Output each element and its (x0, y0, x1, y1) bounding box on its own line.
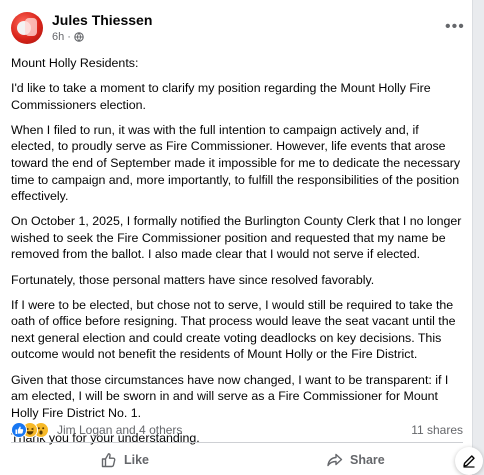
action-bar: Like Share (0, 446, 472, 474)
post-card: Jules Thiessen 6h · ••• Mount Holly Resi… (0, 0, 473, 475)
meta-separator: · (67, 31, 71, 43)
reactions-bar: Jim Logan and 4 others 11 shares (11, 421, 463, 439)
reaction-icons[interactable] (11, 422, 55, 438)
post-meta: 6h · (52, 31, 84, 43)
share-button[interactable]: Share (326, 446, 385, 474)
post-paragraph: Fortunately, those personal matters have… (11, 272, 375, 287)
post-paragraph: Given that those circumstances have now … (11, 372, 449, 420)
divider (11, 442, 463, 443)
share-label: Share (350, 453, 385, 467)
post-paragraph: If I were to be elected, but chose not t… (11, 297, 456, 362)
like-button[interactable]: Like (100, 446, 149, 474)
post-header: Jules Thiessen 6h · ••• (11, 12, 464, 48)
post-body: Mount Holly Residents: I'd like to take … (11, 55, 463, 455)
reactors-text[interactable]: Jim Logan and 4 others (57, 423, 182, 437)
share-icon (327, 453, 343, 467)
globe-icon (74, 32, 84, 42)
more-options-icon[interactable]: ••• (445, 18, 465, 36)
post-time[interactable]: 6h (52, 31, 64, 43)
like-reaction-icon (11, 422, 27, 438)
post-paragraph: When I filed to run, it was with the ful… (11, 122, 461, 204)
shares-count[interactable]: 11 shares (411, 423, 463, 437)
compose-button[interactable] (455, 447, 483, 475)
thumbs-up-icon (101, 453, 116, 468)
post-paragraph: On October 1, 2025, I formally notified … (11, 214, 462, 262)
author-name[interactable]: Jules Thiessen (52, 12, 152, 28)
avatar[interactable] (11, 12, 43, 44)
like-label: Like (124, 453, 150, 467)
edit-icon (463, 455, 475, 468)
post-paragraph: I'd like to take a moment to clarify my … (11, 81, 431, 112)
post-paragraph: Mount Holly Residents: (11, 56, 139, 70)
